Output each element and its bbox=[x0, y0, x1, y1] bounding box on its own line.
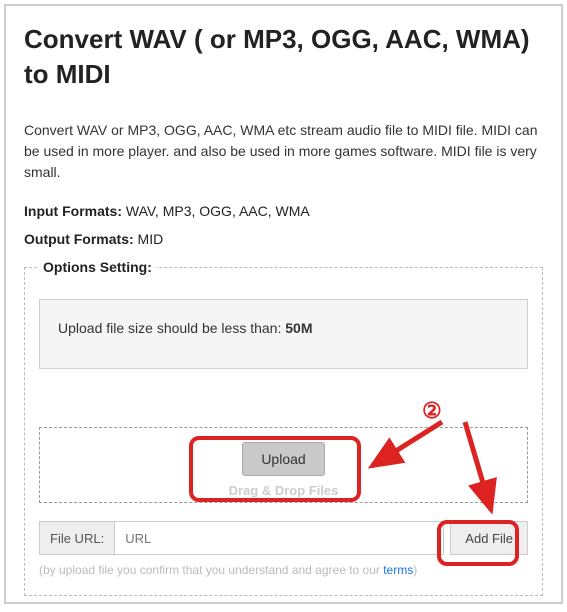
info-box: Upload file size should be less than: 50… bbox=[39, 299, 528, 369]
annotation-box-upload bbox=[189, 436, 361, 502]
output-formats-value: MID bbox=[138, 231, 164, 247]
file-url-input[interactable] bbox=[114, 521, 444, 555]
annotation-box-addfile bbox=[437, 520, 519, 566]
terms-link[interactable]: terms bbox=[383, 563, 413, 577]
annotation-arrow-addfile bbox=[455, 414, 515, 524]
output-formats: Output Formats: MID bbox=[24, 231, 543, 247]
output-formats-label: Output Formats: bbox=[24, 231, 134, 247]
file-url-label: File URL: bbox=[39, 521, 114, 555]
info-text-prefix: Upload file size should be less than: bbox=[58, 320, 285, 336]
page-title: Convert WAV ( or MP3, OGG, AAC, WMA) to … bbox=[24, 22, 543, 92]
description-text: Convert WAV or MP3, OGG, AAC, WMA etc st… bbox=[24, 120, 543, 183]
disclaimer-suffix: ) bbox=[413, 563, 417, 577]
input-formats-value: WAV, MP3, OGG, AAC, WMA bbox=[126, 203, 310, 219]
info-text-value: 50M bbox=[285, 320, 312, 336]
input-formats: Input Formats: WAV, MP3, OGG, AAC, WMA bbox=[24, 203, 543, 219]
input-formats-label: Input Formats: bbox=[24, 203, 122, 219]
annotation-arrow-upload bbox=[360, 414, 460, 484]
disclaimer-prefix: (by upload file you confirm that you und… bbox=[39, 563, 383, 577]
options-legend: Options Setting: bbox=[39, 259, 156, 275]
